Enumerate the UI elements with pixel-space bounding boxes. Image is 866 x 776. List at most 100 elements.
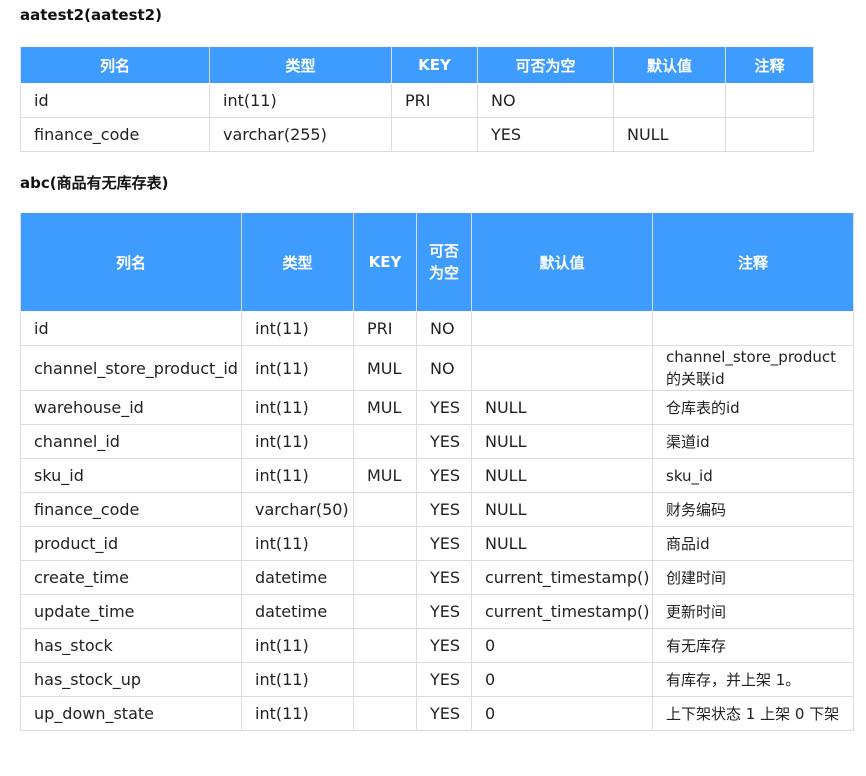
cell-col-nullable: NO	[416, 311, 472, 346]
cell-col-comment: 上下架状态 1 上架 0 下架	[652, 696, 854, 731]
cell-col-comment: 渠道id	[652, 424, 854, 459]
cell-col-nullable: NO	[416, 345, 472, 391]
cell-col-key	[353, 696, 417, 731]
cell-col-name: has_stock_up	[20, 662, 242, 697]
cell-col-default: NULL	[613, 117, 726, 152]
cell-col-default: 0	[471, 628, 653, 663]
cell-col-name: id	[20, 83, 210, 118]
table-row: channel_id int(11) YES NULL 渠道id	[20, 424, 854, 459]
cell-col-key	[353, 526, 417, 561]
cell-col-comment: 仓库表的id	[652, 390, 854, 425]
cell-col-default	[613, 83, 726, 118]
cell-col-default	[471, 311, 653, 346]
cell-col-nullable: YES	[416, 526, 472, 561]
cell-col-nullable: YES	[477, 117, 614, 152]
cell-col-key: MUL	[353, 390, 417, 425]
cell-col-name: finance_code	[20, 492, 242, 527]
cell-col-default: NULL	[471, 390, 653, 425]
table1-header-col-nullable: 可否为空	[477, 46, 614, 84]
cell-col-type: int(11)	[241, 662, 354, 697]
cell-col-key: MUL	[353, 345, 417, 391]
cell-col-nullable: YES	[416, 594, 472, 629]
cell-col-comment: 有库存，并上架 1。	[652, 662, 854, 697]
table-row: sku_id int(11) MUL YES NULL sku_id	[20, 458, 854, 493]
cell-col-nullable: YES	[416, 696, 472, 731]
cell-col-key	[391, 117, 478, 152]
cell-col-type: varchar(255)	[209, 117, 392, 152]
table-row: product_id int(11) YES NULL 商品id	[20, 526, 854, 561]
table2-header-col-comment: 注释	[652, 212, 854, 312]
cell-col-type: varchar(50)	[241, 492, 354, 527]
table2-header-col-default: 默认值	[471, 212, 653, 312]
cell-col-name: sku_id	[20, 458, 242, 493]
cell-col-comment: 财务编码	[652, 492, 854, 527]
cell-col-key: PRI	[353, 311, 417, 346]
table-row: finance_code varchar(50) YES NULL 财务编码	[20, 492, 854, 527]
cell-col-name: channel_store_product_id	[20, 345, 242, 391]
table2-header-col-type: 类型	[241, 212, 354, 312]
cell-col-nullable: YES	[416, 628, 472, 663]
cell-col-name: product_id	[20, 526, 242, 561]
cell-col-nullable: NO	[477, 83, 614, 118]
cell-col-name: channel_id	[20, 424, 242, 459]
table1-header-col-comment: 注释	[725, 46, 814, 84]
cell-col-key	[353, 424, 417, 459]
cell-col-type: datetime	[241, 560, 354, 595]
cell-col-default	[471, 345, 653, 391]
cell-col-comment: 商品id	[652, 526, 854, 561]
cell-col-comment: sku_id	[652, 458, 854, 493]
cell-col-nullable: YES	[416, 662, 472, 697]
table-row: create_time datetime YES current_timestamp(…	[20, 560, 854, 595]
table-row: id int(11) PRI NO	[20, 311, 854, 346]
cell-col-default: NULL	[471, 424, 653, 459]
cell-col-type: int(11)	[241, 458, 354, 493]
cell-col-comment	[725, 117, 814, 152]
cell-col-default: NULL	[471, 492, 653, 527]
cell-col-type: int(11)	[209, 83, 392, 118]
cell-col-default: current_timestamp()	[471, 594, 653, 629]
table1-header-col-key: KEY	[391, 46, 478, 84]
table1-header-col-type: 类型	[209, 46, 392, 84]
cell-col-comment: 更新时间	[652, 594, 854, 629]
cell-col-name: finance_code	[20, 117, 210, 152]
cell-col-key: MUL	[353, 458, 417, 493]
table-row: has_stock int(11) YES 0 有无库存	[20, 628, 854, 663]
cell-col-key	[353, 594, 417, 629]
cell-col-nullable: YES	[416, 560, 472, 595]
cell-col-default: NULL	[471, 526, 653, 561]
cell-col-type: int(11)	[241, 628, 354, 663]
cell-col-type: int(11)	[241, 311, 354, 346]
cell-col-comment: 有无库存	[652, 628, 854, 663]
cell-col-name: id	[20, 311, 242, 346]
cell-col-default: 0	[471, 662, 653, 697]
cell-col-name: update_time	[20, 594, 242, 629]
cell-col-type: int(11)	[241, 424, 354, 459]
table1-header-row: 列名 类型 KEY 可否为空 默认值 注释	[20, 46, 814, 84]
table2: 列名 类型 KEY 可否为空 默认值 注释 id int(11) PRI NO channel_s…	[20, 212, 854, 731]
cell-col-key	[353, 662, 417, 697]
cell-col-default: current_timestamp()	[471, 560, 653, 595]
cell-col-default: 0	[471, 696, 653, 731]
cell-col-name: create_time	[20, 560, 242, 595]
table1-header-col-default: 默认值	[613, 46, 726, 84]
cell-col-type: int(11)	[241, 696, 354, 731]
cell-col-comment	[725, 83, 814, 118]
table2-header-col-nullable: 可否为空	[416, 212, 472, 312]
cell-col-type: datetime	[241, 594, 354, 629]
cell-col-nullable: YES	[416, 424, 472, 459]
cell-col-key	[353, 492, 417, 527]
cell-col-name: has_stock	[20, 628, 242, 663]
cell-col-name: warehouse_id	[20, 390, 242, 425]
cell-col-comment: channel_store_product的关联id	[652, 345, 854, 391]
cell-col-name: up_down_state	[20, 696, 242, 731]
cell-col-key	[353, 560, 417, 595]
table1-header-col-name: 列名	[20, 46, 210, 84]
table-row: channel_store_product_id int(11) MUL NO chan…	[20, 345, 854, 391]
table2-header-row: 列名 类型 KEY 可否为空 默认值 注释	[20, 212, 854, 312]
cell-col-key: PRI	[391, 83, 478, 118]
cell-col-comment	[652, 311, 854, 346]
table-row: finance_code varchar(255) YES NULL	[20, 117, 814, 152]
cell-col-type: int(11)	[241, 526, 354, 561]
table2-header-col-key: KEY	[353, 212, 417, 312]
cell-col-comment: 创建时间	[652, 560, 854, 595]
